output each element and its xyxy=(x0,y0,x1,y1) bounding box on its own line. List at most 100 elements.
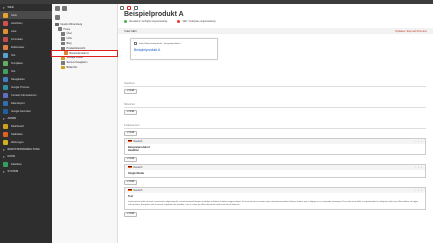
module-icon xyxy=(3,139,8,145)
add-content-button[interactable]: + Inhalt xyxy=(124,179,137,185)
sidebar-item[interactable]: Data Export xyxy=(0,99,52,107)
sidebar-section[interactable]: ▾ WEB xyxy=(0,4,52,11)
edit-page-icon[interactable] xyxy=(127,5,131,10)
record-text: Lorem ipsum dolor sit amet, consectetur … xyxy=(128,200,418,206)
add-content-button[interactable]: + Inhalt xyxy=(124,88,137,94)
delete-icon[interactable]: • xyxy=(421,166,422,169)
sidebar-item-label: Dateiliste xyxy=(11,162,22,166)
view-icon[interactable] xyxy=(120,5,124,10)
seo-dot xyxy=(177,19,181,23)
module-icon xyxy=(3,161,8,167)
preview-description: ... xyxy=(134,54,136,57)
hide-icon[interactable]: • xyxy=(418,140,419,143)
chevron-down-icon: ▾ xyxy=(3,154,5,159)
filter-icon[interactable] xyxy=(62,6,67,11)
sidebar-item[interactable]: Neuigkeiten xyxy=(0,75,52,83)
content-record[interactable]: Deutsch • • • Beispielprodukt A Headline xyxy=(124,137,426,155)
sidebar-item[interactable]: Templates xyxy=(0,59,52,67)
tree-item-label: Blog xyxy=(66,42,72,46)
chevron-down-icon: ▾ xyxy=(3,147,5,152)
add-content-button[interactable]: + Inhalt xyxy=(124,211,137,217)
preview-title: Beispielprodukt A xyxy=(134,48,161,52)
tree-item-label: Bildarchiv xyxy=(66,66,78,70)
sidebar-item-label: Google Favoriten xyxy=(11,109,31,113)
sidebar-item[interactable]: Filebrowser xyxy=(0,43,52,51)
sidebar-item[interactable]: Dashboard xyxy=(0,122,52,130)
sidebar-item[interactable]: Info xyxy=(0,67,52,75)
module-icon xyxy=(3,131,8,137)
sidebar-item-label: Google Themes xyxy=(11,85,30,89)
page-icon xyxy=(58,27,62,31)
sidebar-item-label: Dashboard xyxy=(11,124,24,128)
seo-header: Yoast SEO Updates: Siep auf Premium xyxy=(118,28,433,34)
seo-label: SEO: Verfügbare angebotsdartig xyxy=(182,21,216,24)
sidebar-item[interactable]: Dateiliste xyxy=(0,160,52,168)
tree-item-label: Produktübersicht xyxy=(66,46,86,50)
page-icon xyxy=(61,37,65,41)
tree-item-label: Home xyxy=(63,27,71,31)
sidebar-item[interactable]: Formulare xyxy=(0,35,52,43)
sidebar-item-label: Filebrowser xyxy=(11,45,25,49)
sidebar-item[interactable]: Liste xyxy=(0,27,52,35)
sidebar-item-label: Formulare xyxy=(11,37,23,41)
page-icon xyxy=(61,32,65,36)
page-icon xyxy=(55,22,59,27)
content-section: Inhaltselement + Inhalt Deutsch • • • Beispi… xyxy=(124,124,426,219)
page-icon xyxy=(61,41,65,46)
search-icon[interactable] xyxy=(134,5,138,10)
tree-item[interactable]: Bildarchiv xyxy=(52,65,117,70)
sidebar-section[interactable]: ▾ DATEI xyxy=(0,153,52,160)
module-icon xyxy=(3,76,8,82)
sidebar-item[interactable]: Info xyxy=(0,51,52,59)
sidebar-item-label: Wartungen xyxy=(11,140,24,144)
delete-icon[interactable]: • xyxy=(421,140,422,143)
add-content-button[interactable]: + Inhalt xyxy=(124,130,137,136)
delete-icon[interactable]: • xyxy=(421,189,422,192)
page-icon xyxy=(61,56,65,60)
sidebar-item[interactable]: Google Themes xyxy=(0,83,52,91)
sidebar-item-label: Contact Informationen xyxy=(11,93,37,97)
tree-toolbar-2 xyxy=(52,13,117,22)
module-icon xyxy=(3,36,8,42)
flag-de-icon xyxy=(128,188,132,192)
module-icon xyxy=(3,123,8,129)
seo-premium-link[interactable]: Updates: Siep auf Premium xyxy=(395,30,427,33)
sidebar-item[interactable]: Contact Informationen xyxy=(0,91,52,99)
edit-icon[interactable]: • xyxy=(415,189,416,192)
new-page-icon[interactable] xyxy=(55,6,60,11)
hide-icon[interactable]: • xyxy=(418,166,419,169)
tree-item-label: Über xyxy=(66,32,72,36)
sidebar-item[interactable]: Google Favoriten xyxy=(0,107,52,115)
add-content-button[interactable]: + Inhalt xyxy=(124,156,137,162)
add-content-button[interactable]: + Inhalt xyxy=(124,109,137,115)
sidebar-item[interactable]: Statistiken xyxy=(0,130,52,138)
status-label: Aktualisiert: Verfügbar angebotsdartig xyxy=(129,21,168,24)
seo-heading: Yoast SEO xyxy=(124,29,137,33)
sidebar-item[interactable]: Wartungen xyxy=(0,138,52,146)
tree-item-label: Beispielprodukt A xyxy=(69,51,89,55)
record-title: Text xyxy=(128,194,134,198)
hide-icon[interactable]: • xyxy=(418,189,419,192)
record-title: Beispielprodukt A Headline xyxy=(128,145,151,152)
chevron-down-icon: ▾ xyxy=(3,5,5,10)
sidebar-item[interactable]: Ansichten xyxy=(0,19,52,27)
sidebar-section[interactable]: ▾ ADMIN xyxy=(0,115,52,122)
refresh-icon[interactable] xyxy=(55,15,60,20)
page-icon xyxy=(61,46,65,51)
edit-icon[interactable]: • xyxy=(415,166,416,169)
sidebar-section-label: WEB xyxy=(7,6,14,9)
content-record[interactable]: Deutsch • • • Single Media xyxy=(124,163,426,178)
preview-checkbox[interactable] xyxy=(134,42,137,45)
sidebar-section[interactable]: ▾ BENUTZERVERWALTUNG xyxy=(0,146,52,153)
sidebar-item-label: Seite xyxy=(11,13,17,17)
record-language: Deutsch xyxy=(133,165,143,169)
content-record[interactable]: Deutsch • • • Text Lorem ipsum dolor sit amet… xyxy=(124,186,426,210)
sidebar-section[interactable]: ▾ SYSTEM xyxy=(0,168,52,175)
sidebar-item-label: Neuigkeiten xyxy=(11,77,25,81)
sidebar-item-label: Data Export xyxy=(11,101,25,105)
tree-item-label: Storage Folder xyxy=(66,56,84,60)
sidebar-item-label: Statistiken xyxy=(11,132,23,136)
module-icon xyxy=(3,60,8,66)
edit-icon[interactable]: • xyxy=(415,140,416,143)
sidebar-item[interactable]: Seite xyxy=(0,11,52,19)
